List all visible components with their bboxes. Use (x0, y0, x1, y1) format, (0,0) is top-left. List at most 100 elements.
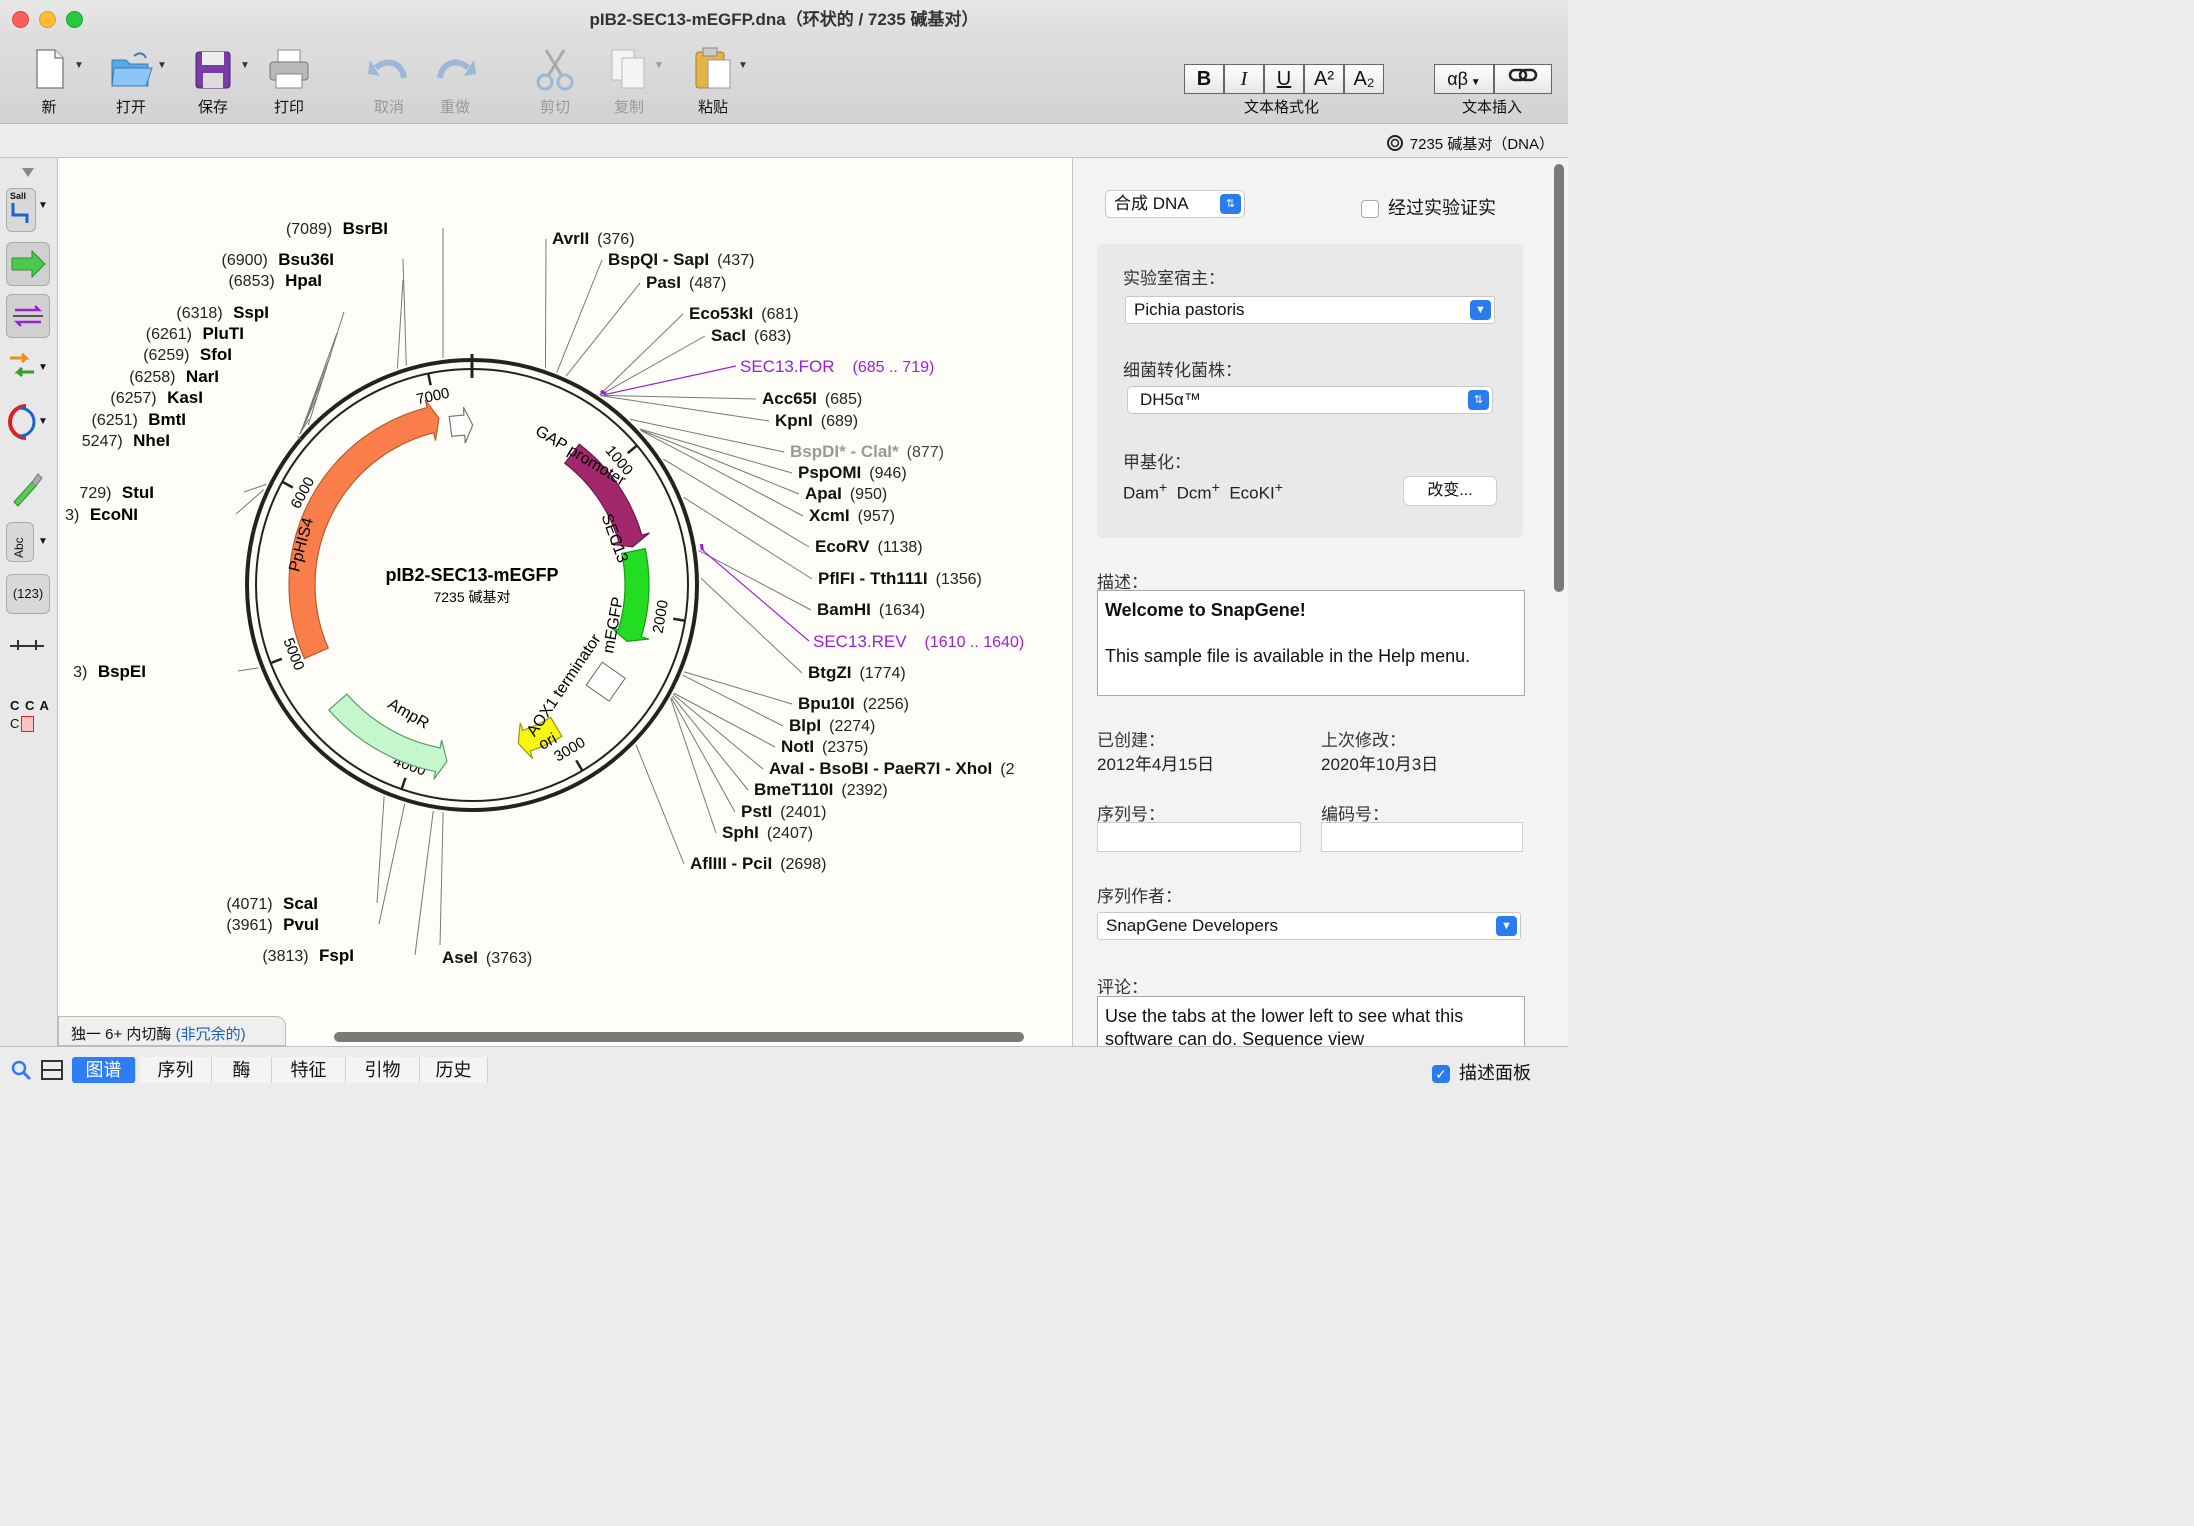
site-label[interactable]: PflFI - Tth111I (1356) (818, 569, 982, 588)
save-button[interactable]: 保存 (180, 46, 246, 117)
site-label[interactable]: 3) EcoNI (65, 505, 138, 524)
bold-button[interactable]: B (1184, 64, 1224, 94)
copy-button[interactable]: 复制 (596, 46, 662, 117)
primer-label[interactable]: SEC13.FOR (685 .. 719) (740, 357, 934, 376)
italic-button[interactable]: I (1224, 64, 1264, 94)
site-label[interactable]: BlpI (2274) (789, 716, 875, 735)
site-label[interactable]: PasI (487) (646, 273, 726, 292)
site-label[interactable]: AflIII - PciI (2698) (690, 854, 826, 873)
site-label[interactable]: Acc65I (685) (762, 389, 862, 408)
site-label[interactable]: Eco53kI (681) (689, 304, 799, 323)
split-view-icon[interactable] (40, 1059, 64, 1081)
feature-tool[interactable] (6, 242, 50, 286)
site-label[interactable]: PstI (2401) (741, 802, 826, 821)
tab-primers[interactable]: 引物 (346, 1057, 420, 1083)
alignment-tool-top[interactable]: C C A (10, 698, 50, 713)
site-label[interactable]: (3961) PvuI (226, 915, 319, 934)
verified-checkbox-row[interactable]: 经过实验证实 (1361, 194, 1496, 220)
primer-tool[interactable] (6, 294, 50, 338)
alignment-tool-bottom[interactable]: C A (10, 716, 34, 732)
code-number-field[interactable] (1321, 822, 1523, 852)
restriction-site-tool[interactable]: SalI (6, 188, 36, 232)
new-button[interactable]: 新 (16, 46, 82, 117)
undo-button[interactable]: 取消 (356, 46, 422, 117)
vertical-scrollbar[interactable] (1554, 164, 1564, 592)
horizontal-scrollbar[interactable] (334, 1032, 1024, 1042)
site-label[interactable]: KpnI (689) (775, 411, 858, 430)
subscript-button[interactable]: A₂ (1344, 64, 1384, 94)
site-label[interactable]: BmeT110I (2392) (754, 780, 888, 799)
tab-map[interactable]: 图谱 (72, 1057, 136, 1083)
greek-insert-button[interactable]: αβ ▼ (1434, 64, 1494, 94)
chevron-down-icon[interactable]: ▼ (240, 60, 250, 71)
site-label[interactable]: (6900) Bsu36I (222, 250, 334, 269)
comment-text[interactable]: Use the tabs at the lower left to see wh… (1097, 996, 1525, 1046)
site-label[interactable]: BspDI* - ClaI* (877) (790, 442, 944, 461)
tab-enzymes[interactable]: 酶 (212, 1057, 272, 1083)
site-label[interactable]: SacI (683) (711, 326, 791, 345)
site-label[interactable]: (6258) NarI (129, 367, 219, 386)
close-icon[interactable] (12, 11, 29, 28)
site-label[interactable]: AvaI - BsoBI - PaeR7I - XhoI (2 (769, 759, 1015, 778)
site-label[interactable]: (6853) HpaI (228, 271, 322, 290)
chevron-down-icon[interactable]: ▼ (38, 536, 48, 547)
site-label[interactable]: (6261) PluTI (146, 324, 244, 343)
search-icon[interactable] (10, 1059, 32, 1081)
site-label[interactable]: BspQI - SapI (437) (608, 250, 754, 269)
serial-number-field[interactable] (1097, 822, 1301, 852)
ruler-tool[interactable] (6, 634, 50, 658)
site-label[interactable]: NotI (2375) (781, 737, 868, 756)
text-label-tool[interactable]: Abc (6, 522, 34, 562)
minimize-icon[interactable] (38, 11, 56, 28)
plasmid-map-view[interactable]: 1000 2000 3000 4000 5000 6000 7000 GAP promote… (58, 158, 1072, 1046)
author-select[interactable]: SnapGene Developers ▼ (1097, 912, 1521, 940)
site-label[interactable]: EcoRV (1138) (815, 537, 923, 556)
window-controls[interactable] (12, 11, 89, 31)
numbering-tool[interactable]: (123) (6, 574, 50, 614)
site-label[interactable]: BtgZI (1774) (808, 663, 906, 682)
enzyme-set-tab[interactable]: 独一 6+ 内切酶 (非冗余的) (58, 1016, 286, 1046)
chevron-down-icon[interactable]: ▼ (74, 60, 84, 71)
site-label[interactable]: 5247) NheI (82, 431, 170, 450)
pipette-tool[interactable] (6, 468, 50, 512)
site-label[interactable]: (3813) FspI (262, 946, 354, 965)
link-insert-button[interactable] (1494, 64, 1552, 94)
superscript-button[interactable]: A² (1304, 64, 1344, 94)
site-label[interactable]: (6251) BmtI (92, 410, 186, 429)
site-label[interactable]: ApaI (950) (805, 484, 887, 503)
site-label[interactable]: Bpu10I (2256) (798, 694, 909, 713)
chevron-down-icon[interactable]: ▼ (38, 362, 48, 373)
primer-mark[interactable] (699, 543, 704, 551)
strain-select[interactable]: DH5α™ ⇅ (1127, 386, 1493, 414)
chevron-down-icon[interactable]: ▼ (38, 416, 48, 427)
site-label[interactable]: 3) BspEI (73, 662, 146, 681)
site-label[interactable]: SphI (2407) (722, 823, 813, 842)
chevron-down-icon[interactable]: ▼ (738, 60, 748, 71)
site-label[interactable]: (7089) BsrBI (286, 219, 388, 238)
change-methylation-button[interactable]: 改变... (1403, 476, 1497, 506)
cut-button[interactable]: 剪切 (522, 46, 588, 117)
collapse-triangle-icon[interactable] (20, 166, 36, 178)
chevron-down-icon[interactable]: ▼ (654, 60, 664, 71)
site-label[interactable]: (4071) ScaI (226, 894, 318, 913)
chevron-down-icon[interactable]: ▼ (38, 200, 48, 211)
feature-AOX1-terminator[interactable] (585, 661, 626, 702)
feature-GAP-promoter[interactable] (448, 406, 474, 444)
description-panel-toggle[interactable]: ✓ 描述面板 (1432, 1059, 1531, 1085)
site-label[interactable]: AseI (3763) (442, 948, 532, 967)
tab-history[interactable]: 历史 (420, 1057, 488, 1083)
site-labels[interactable]: AvrII (376) BspQI - SapI (437) PasI (487) Eco5… (65, 219, 1024, 967)
feature-label[interactable]: AmpR (385, 696, 432, 733)
verified-checkbox[interactable] (1361, 200, 1379, 219)
strand-tool[interactable] (6, 400, 40, 444)
tab-sequence[interactable]: 序列 (140, 1057, 212, 1083)
site-label[interactable]: BamHI (1634) (817, 600, 925, 619)
chevron-down-icon[interactable]: ▼ (157, 60, 167, 71)
sequence-type-select[interactable]: 合成 DNA ⇅ (1105, 190, 1245, 218)
site-label[interactable]: 729) StuI (79, 483, 154, 502)
site-label[interactable]: XcmI (957) (809, 506, 895, 525)
lab-host-select[interactable]: Pichia pastoris ▼ (1125, 296, 1495, 324)
site-label[interactable]: (6259) SfoI (143, 345, 232, 364)
site-label[interactable]: (6257) KasI (110, 388, 203, 407)
description-panel-checkbox[interactable]: ✓ (1432, 1065, 1450, 1084)
